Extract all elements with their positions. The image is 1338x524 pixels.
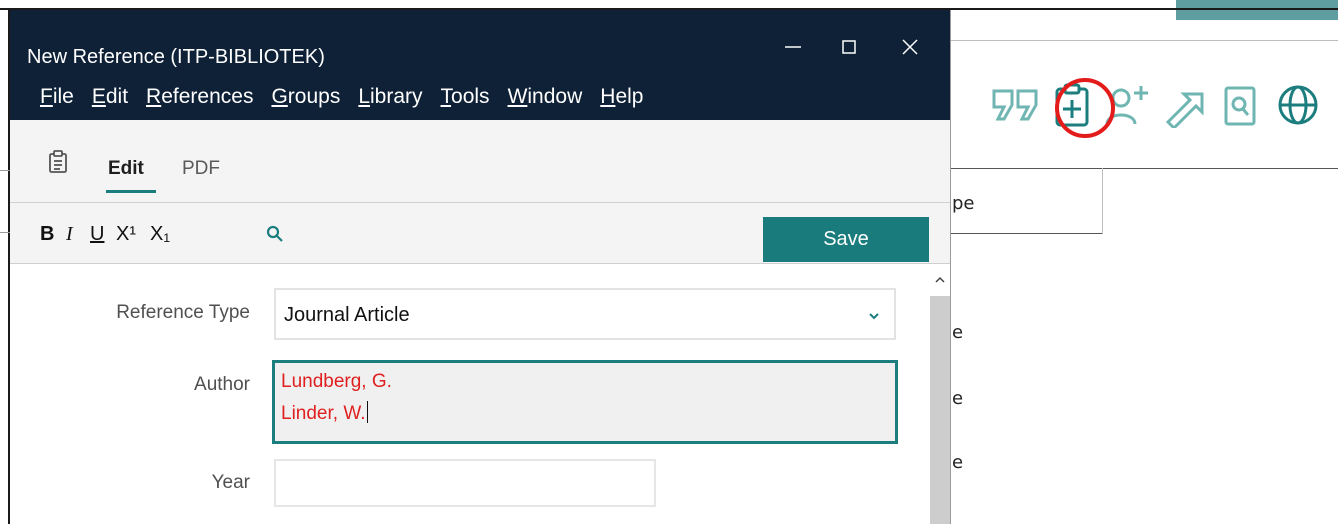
author-entry: Linder, W.: [281, 403, 366, 424]
author-entry-active: Linder, W.: [281, 401, 368, 425]
menu-file[interactable]: File: [40, 85, 74, 109]
reference-type-value: Journal Article: [284, 304, 410, 326]
scroll-thumb[interactable]: [930, 296, 950, 524]
background-column-divider: [1102, 168, 1103, 234]
find-pdf-icon[interactable]: [1214, 78, 1266, 132]
text-cursor: [366, 401, 368, 423]
tab-edit[interactable]: Edit: [108, 158, 144, 180]
menu-window[interactable]: Window: [508, 85, 583, 109]
background-table-header-bottom: [950, 233, 1102, 234]
tab-bar: Edit PDF: [10, 120, 950, 203]
new-reference-window: New Reference (ITP-BIBLIOTEK) File Edit …: [10, 10, 951, 524]
author-entry: Lundberg, G.: [281, 371, 392, 392]
maximize-button[interactable]: [829, 32, 869, 62]
scroll-up-icon[interactable]: [930, 270, 950, 290]
subscript-button[interactable]: X₁: [150, 223, 170, 246]
menu-library[interactable]: Library: [358, 85, 422, 109]
year-label: Year: [211, 472, 250, 493]
italic-button[interactable]: I: [66, 223, 73, 246]
save-button[interactable]: Save: [763, 217, 929, 262]
format-toolbar: B I U X¹ X₁ Save: [10, 203, 950, 264]
menu-references[interactable]: References: [146, 85, 253, 109]
title-bar: New Reference (ITP-BIBLIOTEK) File Edit …: [10, 10, 950, 120]
share-arrow-icon[interactable]: [1158, 78, 1210, 132]
search-icon[interactable]: [266, 225, 284, 247]
menu-edit[interactable]: Edit: [92, 85, 128, 109]
author-label: Author: [194, 374, 250, 395]
menu-help[interactable]: Help: [600, 85, 643, 109]
left-stub-line: [0, 232, 10, 233]
menu-groups[interactable]: Groups: [271, 85, 340, 109]
window-title: New Reference (ITP-BIBLIOTEK): [27, 46, 325, 68]
menu-tools[interactable]: Tools: [441, 85, 490, 109]
superscript-button[interactable]: X¹: [116, 223, 136, 246]
clipboard-icon: [48, 150, 68, 178]
reference-type-select[interactable]: Journal Article: [274, 288, 896, 340]
background-table-header-top: [950, 168, 1338, 169]
background-cell-fragment: e: [952, 388, 964, 409]
tab-pdf[interactable]: PDF: [182, 158, 220, 180]
year-field[interactable]: [274, 459, 656, 507]
background-divider: [950, 40, 1338, 41]
reference-type-label: Reference Type: [116, 302, 250, 323]
background-toolbar: [990, 78, 1322, 132]
quote-icon[interactable]: [990, 78, 1042, 132]
underline-button[interactable]: U: [90, 223, 104, 246]
background-accent-bar: [1176, 0, 1338, 20]
left-stub-line: [0, 170, 10, 171]
globe-icon[interactable]: [1270, 78, 1322, 132]
minimize-button[interactable]: [773, 32, 813, 62]
tab-edit-active-indicator: [106, 190, 156, 193]
highlight-circle: [1055, 78, 1115, 138]
menu-bar: File Edit References Groups Library Tool…: [40, 85, 643, 109]
background-cell-fragment: e: [952, 322, 964, 343]
background-column-header-fragment: pe: [952, 193, 975, 214]
close-button[interactable]: [890, 32, 930, 62]
bold-button[interactable]: B: [40, 223, 54, 246]
author-field[interactable]: Lundberg, G. Linder, W.: [272, 360, 898, 444]
background-cell-fragment: e: [952, 452, 964, 473]
vertical-scrollbar[interactable]: [930, 264, 950, 524]
reference-form: Reference Type Journal Article Author Lu…: [10, 264, 950, 524]
chevron-down-icon: [868, 306, 880, 325]
